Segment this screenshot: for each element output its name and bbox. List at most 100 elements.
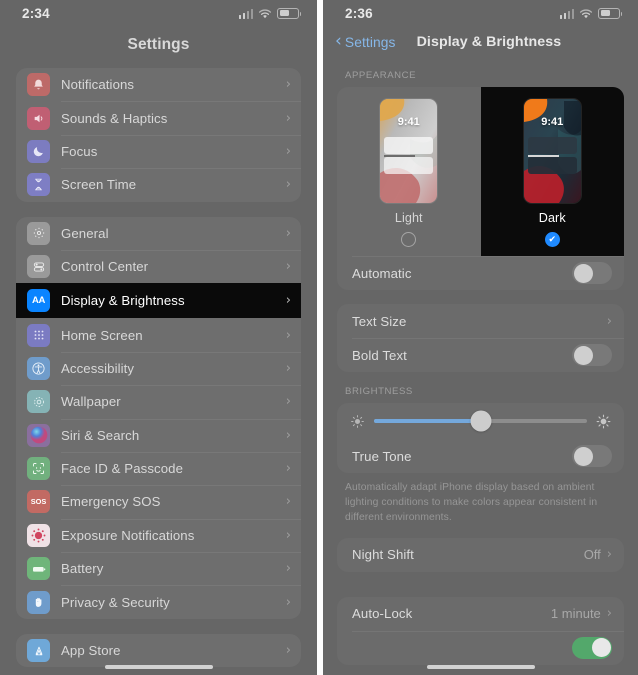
chevron-right-icon: › <box>285 561 291 577</box>
sidebar-item-emergency-sos[interactable]: SOS Emergency SOS › <box>16 485 301 518</box>
true-tone-footnote: Automatically adapt iPhone display based… <box>345 482 598 524</box>
chevron-left-icon: ‹ <box>335 31 342 51</box>
chevron-right-icon: › <box>285 394 291 410</box>
auto-lock-row[interactable]: Auto-Lock 1 minute › <box>337 597 624 631</box>
chevron-right-icon: › <box>285 293 291 309</box>
chevron-right-icon: › <box>606 606 612 622</box>
chevron-right-icon: › <box>606 313 612 329</box>
sidebar-item-home-screen[interactable]: Home Screen › <box>16 318 301 351</box>
dark-mode-radio-checked[interactable]: ✔ <box>544 232 560 247</box>
appearance-option-dark[interactable]: 9:41 Dark ✔ <box>480 87 624 256</box>
signal-bars-icon <box>559 8 574 19</box>
back-button[interactable]: ‹ Settings <box>335 31 396 51</box>
home-indicator <box>426 664 535 669</box>
text-size-label: Text Size <box>352 313 407 329</box>
sidebar-item-focus[interactable]: Focus › <box>16 134 301 168</box>
sidebar-item-label: App Store <box>61 643 121 659</box>
sidebar-item-label: Display & Brightness <box>61 293 185 309</box>
automatic-appearance-row[interactable]: Automatic <box>337 256 624 290</box>
auto-lock-card: Auto-Lock 1 minute › <box>337 596 624 665</box>
sidebar-item-wallpaper[interactable]: Wallpaper › <box>16 385 301 418</box>
bold-text-toggle[interactable] <box>572 344 612 366</box>
true-tone-toggle[interactable] <box>572 445 612 467</box>
signal-bars-icon <box>238 8 253 19</box>
face-id-icon <box>27 457 50 481</box>
true-tone-label: True Tone <box>352 448 412 464</box>
sidebar-item-label: Sounds & Haptics <box>61 110 168 126</box>
appearance-option-light[interactable]: 9:41 Light <box>337 87 481 256</box>
left-status-bar: 2:34 <box>0 0 317 26</box>
chevron-right-icon: › <box>285 225 291 241</box>
brightness-slider-row[interactable] <box>337 403 624 439</box>
page-title: Display & Brightness <box>416 34 562 50</box>
status-bar-time: 2:34 <box>22 5 50 21</box>
chevron-right-icon: › <box>285 327 291 343</box>
sounds-icon <box>27 106 50 130</box>
light-mode-radio[interactable] <box>401 232 417 247</box>
sidebar-item-display-brightness-highlight: AA Display & Brightness › <box>16 283 301 319</box>
focus-icon <box>27 139 50 163</box>
sidebar-item-exposure-notifications[interactable]: Exposure Notifications › <box>16 518 301 552</box>
text-size-row[interactable]: Text Size › <box>337 304 624 338</box>
automatic-label: Automatic <box>352 265 412 281</box>
sidebar-item-screen-time[interactable]: Screen Time › <box>16 168 301 201</box>
sidebar-item-notifications[interactable]: Notifications › <box>16 68 301 101</box>
general-gear-icon <box>27 221 50 245</box>
sidebar-item-battery[interactable]: Battery › <box>16 552 301 585</box>
chevron-right-icon: › <box>285 527 291 543</box>
brightness-slider-fill <box>374 419 481 423</box>
sidebar-item-label: Home Screen <box>61 327 143 343</box>
sidebar-item-label: Focus <box>61 143 98 159</box>
exposure-notifications-icon <box>27 523 50 547</box>
home-screen-icon <box>27 323 50 347</box>
accessibility-icon <box>27 356 50 380</box>
sidebar-item-general[interactable]: General › <box>16 217 301 250</box>
sidebar-item-label: Emergency SOS <box>61 494 161 510</box>
sidebar-item-sounds-haptics[interactable]: Sounds & Haptics › <box>16 101 301 134</box>
sidebar-item-face-id-passcode[interactable]: Face ID & Passcode › <box>16 451 301 485</box>
preview-notification-1 <box>527 137 577 154</box>
preview-time: 9:41 <box>397 116 420 128</box>
raise-to-wake-toggle[interactable] <box>572 636 612 659</box>
appearance-option-label: Dark <box>538 211 566 225</box>
navigation-header: ‹ Settings Display & Brightness <box>323 26 638 56</box>
brightness-card: True Tone <box>337 403 624 473</box>
wallpaper-icon <box>27 390 50 414</box>
sidebar-item-display-brightness[interactable]: AA Display & Brightness › <box>16 283 301 318</box>
display-brightness-icon: AA <box>27 289 50 313</box>
appearance-card: 9:41 Light 9:41 Dark ✔ Automatic <box>337 87 624 290</box>
back-button-label: Settings <box>344 34 396 50</box>
preview-notification-2 <box>527 157 577 174</box>
raise-to-wake-row[interactable] <box>337 630 624 665</box>
sidebar-item-label: Screen Time <box>61 177 137 193</box>
sidebar-item-siri-search[interactable]: Siri & Search › <box>16 418 301 452</box>
sidebar-item-label: Exposure Notifications <box>61 527 195 543</box>
page-title: Settings <box>127 36 190 53</box>
appearance-options: 9:41 Light 9:41 Dark ✔ <box>337 87 624 256</box>
app-store-icon <box>27 639 50 663</box>
brightness-low-icon <box>350 414 365 429</box>
brightness-slider-thumb[interactable] <box>470 410 491 432</box>
wifi-icon <box>258 9 272 19</box>
sidebar-item-privacy-security[interactable]: Privacy & Security › <box>16 585 301 618</box>
sidebar-item-control-center[interactable]: Control Center › <box>16 249 301 283</box>
notifications-icon <box>27 73 50 97</box>
wifi-icon <box>579 9 593 19</box>
brightness-slider-track[interactable] <box>374 410 587 432</box>
sidebar-item-label: Privacy & Security <box>61 594 170 610</box>
automatic-toggle[interactable] <box>572 262 612 284</box>
preview-notification-2 <box>384 157 434 174</box>
light-mode-preview: 9:41 <box>380 99 438 203</box>
settings-group-2: General › Control Center › AA Display & … <box>16 216 301 619</box>
bold-text-row[interactable]: Bold Text <box>337 338 624 372</box>
auto-lock-value: 1 minute <box>550 606 601 622</box>
sidebar-item-app-store[interactable]: App Store › <box>16 634 301 667</box>
dark-mode-preview: 9:41 <box>523 99 581 203</box>
night-shift-row[interactable]: Night Shift Off › <box>337 538 624 572</box>
true-tone-row[interactable]: True Tone <box>337 439 624 473</box>
battery-icon <box>277 7 302 19</box>
sidebar-item-accessibility[interactable]: Accessibility › <box>16 351 301 385</box>
battery-icon <box>598 7 623 19</box>
chevron-right-icon: › <box>285 143 291 159</box>
chevron-right-icon: › <box>285 360 291 376</box>
